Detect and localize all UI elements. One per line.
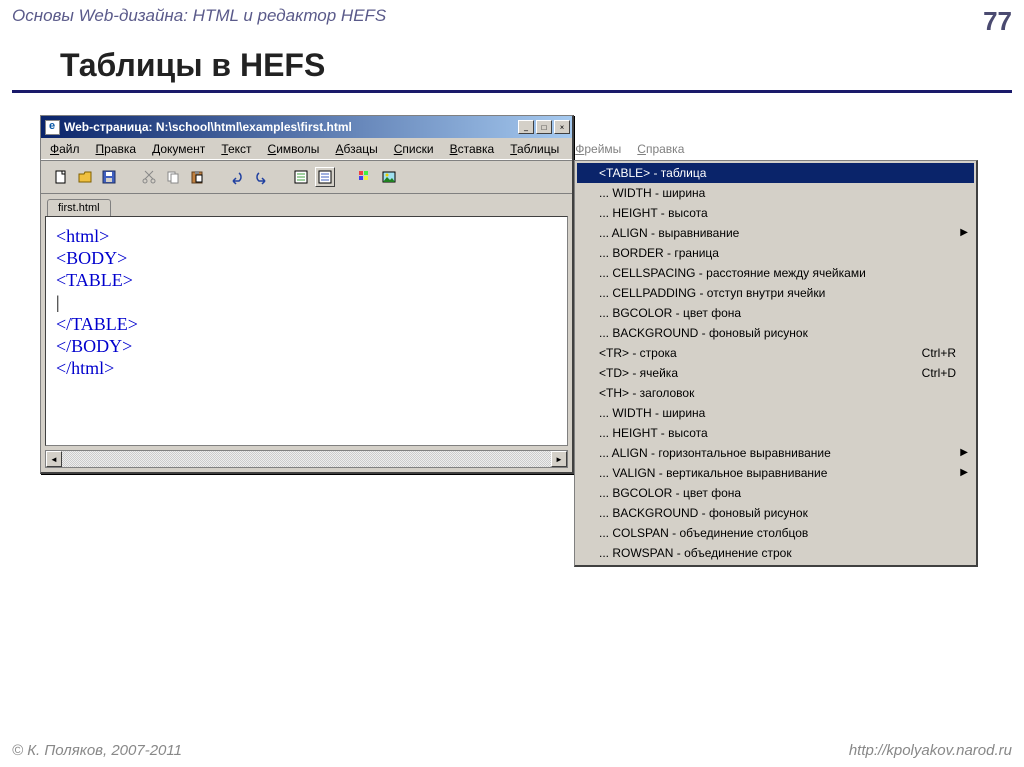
menu-insert[interactable]: Вставка [447, 141, 498, 157]
menu-item[interactable]: ... HEIGHT - высота [577, 203, 974, 223]
menu-item-label: ... CELLPADDING - отступ внутри ячейки [599, 286, 956, 300]
toolbar [41, 161, 572, 194]
menu-tables[interactable]: Таблицы [507, 141, 562, 157]
menu-item-label: ... BGCOLOR - цвет фона [599, 486, 956, 500]
submenu-arrow-icon: ▶ [960, 467, 968, 478]
scroll-left-button[interactable]: ◄ [46, 451, 62, 467]
menu-item-label: ... HEIGHT - высота [599, 426, 956, 440]
tables-dropdown: <TABLE> - таблица ... WIDTH - ширина ... H… [574, 160, 978, 567]
code-line: <BODY> [56, 247, 557, 269]
menu-item[interactable]: ... WIDTH - ширина [577, 183, 974, 203]
redo-icon[interactable] [251, 167, 271, 187]
menu-item-label: ... WIDTH - ширина [599, 406, 956, 420]
menu-item-label: ... COLSPAN - объединение столбцов [599, 526, 956, 540]
menu-item[interactable]: ... VALIGN - вертикальное выравнивание ▶ [577, 463, 974, 483]
save-icon[interactable] [99, 167, 119, 187]
menu-item[interactable]: <TABLE> - таблица [577, 163, 974, 183]
menu-item-label: ... BGCOLOR - цвет фона [599, 306, 956, 320]
menu-frames[interactable]: Фреймы [572, 141, 624, 157]
menu-item[interactable]: ... BACKGROUND - фоновый рисунок [577, 323, 974, 343]
slide-title: Таблицы в HEFS [0, 43, 1024, 90]
code-line: </TABLE> [56, 313, 557, 335]
title-rule [12, 90, 1012, 93]
open-icon[interactable] [75, 167, 95, 187]
new-icon[interactable] [51, 167, 71, 187]
menu-item[interactable]: ... BACKGROUND - фоновый рисунок [577, 503, 974, 523]
menu-item[interactable]: <TR> - строка Ctrl+R [577, 343, 974, 363]
menu-item[interactable]: ... CELLPADDING - отступ внутри ячейки [577, 283, 974, 303]
copyright: © К. Поляков, 2007-2011 [12, 742, 182, 759]
menu-item-label: <TD> - ячейка [599, 366, 910, 380]
code-editor[interactable]: <html> <BODY> <TABLE> | </TABLE> </BODY>… [45, 216, 568, 446]
slide-header-text: Основы Web-дизайна: HTML и редактор HEFS [12, 6, 386, 37]
menu-lists[interactable]: Списки [391, 141, 437, 157]
undo-icon[interactable] [227, 167, 247, 187]
window-title: Web-страница: N:\school\html\examples\fi… [64, 120, 518, 134]
menu-item[interactable]: ... ALIGN - выравнивание ▶ [577, 223, 974, 243]
menu-item-label: ... ROWSPAN - объединение строк [599, 546, 956, 560]
menu-item[interactable]: ... CELLSPACING - расстояние между ячейк… [577, 263, 974, 283]
menu-item-label: <TABLE> - таблица [599, 166, 956, 180]
menu-item-label: ... CELLSPACING - расстояние между ячейк… [599, 266, 956, 280]
menu-help[interactable]: Справка [634, 141, 687, 157]
menu-item-label: ... ALIGN - горизонтальное выравнивание [599, 446, 956, 460]
list1-icon[interactable] [291, 167, 311, 187]
menu-item-label: ... WIDTH - ширина [599, 186, 956, 200]
file-tab[interactable]: first.html [47, 199, 111, 216]
menu-item-label: ... HEIGHT - высота [599, 206, 956, 220]
paste-icon[interactable] [187, 167, 207, 187]
grid-icon[interactable] [355, 167, 375, 187]
menu-item-label: ... BACKGROUND - фоновый рисунок [599, 326, 956, 340]
menu-item-label: <TR> - строка [599, 346, 910, 360]
menu-item[interactable]: <TD> - ячейка Ctrl+D [577, 363, 974, 383]
menu-item[interactable]: ... HEIGHT - высота [577, 423, 974, 443]
menu-item[interactable]: ... ALIGN - горизонтальное выравнивание ▶ [577, 443, 974, 463]
code-line: <TABLE> [56, 269, 557, 291]
menu-item-label: ... BORDER - граница [599, 246, 956, 260]
menu-item[interactable]: ... BGCOLOR - цвет фона [577, 303, 974, 323]
submenu-arrow-icon: ▶ [960, 227, 968, 238]
code-line: </BODY> [56, 335, 557, 357]
footer-url: http://kpolyakov.narod.ru [849, 742, 1012, 759]
list2-icon[interactable] [315, 167, 335, 187]
cut-icon[interactable] [139, 167, 159, 187]
slide-number: 77 [983, 6, 1012, 37]
menu-item[interactable]: ... WIDTH - ширина [577, 403, 974, 423]
menu-file[interactable]: Файл [47, 141, 83, 157]
code-line: </html> [56, 357, 557, 379]
menu-shortcut: Ctrl+R [922, 346, 956, 360]
copy-icon[interactable] [163, 167, 183, 187]
menu-document[interactable]: Документ [149, 141, 208, 157]
tabstrip: first.html [41, 194, 572, 216]
code-line: <html> [56, 225, 557, 247]
menu-item-label: ... BACKGROUND - фоновый рисунок [599, 506, 956, 520]
scroll-right-button[interactable]: ► [551, 451, 567, 467]
minimize-button[interactable]: _ [518, 120, 534, 134]
menu-item[interactable]: ... ROWSPAN - объединение строк [577, 543, 974, 563]
menu-shortcut: Ctrl+D [922, 366, 956, 380]
menu-item[interactable]: ... BORDER - граница [577, 243, 974, 263]
menu-edit[interactable]: Правка [93, 141, 140, 157]
scroll-track[interactable] [62, 451, 551, 467]
maximize-button[interactable]: □ [536, 120, 552, 134]
image-icon[interactable] [379, 167, 399, 187]
submenu-arrow-icon: ▶ [960, 447, 968, 458]
menu-item[interactable]: ... COLSPAN - объединение столбцов [577, 523, 974, 543]
menu-paragraphs[interactable]: Абзацы [332, 141, 380, 157]
code-line: | [56, 291, 557, 313]
menu-item-label: <TH> - заголовок [599, 386, 956, 400]
menu-item[interactable]: <TH> - заголовок [577, 383, 974, 403]
close-button[interactable]: × [554, 120, 570, 134]
menubar: Файл Правка Документ Текст Символы Абзац… [41, 138, 572, 161]
menu-item[interactable]: ... BGCOLOR - цвет фона [577, 483, 974, 503]
titlebar[interactable]: Web-страница: N:\school\html\examples\fi… [41, 116, 572, 138]
menu-symbols[interactable]: Символы [265, 141, 323, 157]
scrollbar-horizontal[interactable]: ◄ ► [45, 450, 568, 468]
editor-window: Web-страница: N:\school\html\examples\fi… [40, 115, 574, 474]
menu-item-label: ... VALIGN - вертикальное выравнивание [599, 466, 956, 480]
app-icon [45, 120, 60, 135]
menu-item-label: ... ALIGN - выравнивание [599, 226, 956, 240]
menu-text[interactable]: Текст [218, 141, 254, 157]
